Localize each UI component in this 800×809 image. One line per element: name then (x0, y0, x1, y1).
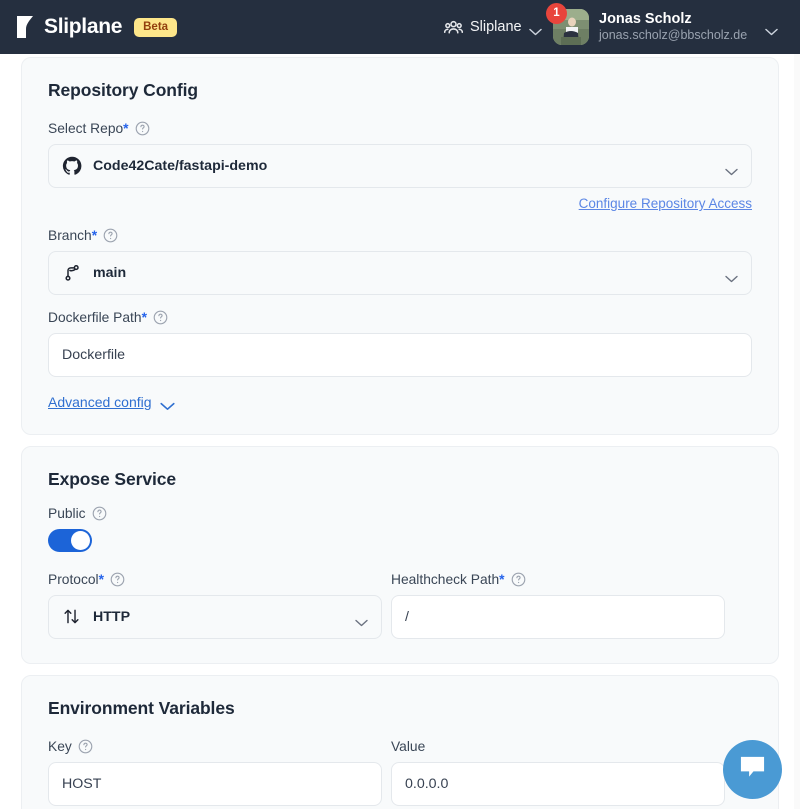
protocol-value: HTTP (93, 609, 130, 625)
select-repo-field: Select Repo* Code42Cate/fastapi-demo (48, 121, 752, 213)
team-switcher[interactable]: Sliplane (443, 0, 542, 54)
user-email: jonas.scholz@bbscholz.de (599, 28, 747, 44)
healthcheck-label-row: Healthcheck Path* (391, 572, 725, 587)
select-repo-value: Code42Cate/fastapi-demo (93, 158, 267, 174)
user-menu[interactable]: 1 Jonas Scholz jonas.scholz@bbscholz.de (553, 0, 747, 54)
public-label: Public (48, 506, 86, 521)
advanced-config-toggle[interactable]: Advanced config (48, 394, 752, 410)
app-header: Sliplane Beta Sliplane (0, 0, 800, 54)
question-circle-icon[interactable] (103, 228, 118, 243)
chevron-down-icon (725, 270, 738, 278)
protocol-healthcheck-row: Protocol* (48, 572, 752, 639)
public-toggle-switch[interactable] (48, 529, 92, 552)
dockerfile-path-input[interactable]: Dockerfile (48, 333, 752, 377)
page-scrollbar[interactable] (794, 54, 800, 809)
select-repo-label: Select Repo* (48, 121, 129, 136)
brand-logo-group[interactable]: Sliplane Beta (16, 15, 177, 39)
protocol-field: Protocol* (48, 572, 382, 639)
branch-dropdown[interactable]: main (48, 251, 752, 295)
question-circle-icon[interactable] (153, 310, 168, 325)
chat-bubble-icon (738, 754, 767, 786)
environment-variables-card: Environment Variables Key HOST (21, 675, 779, 809)
dockerfile-path-label: Dockerfile Path* (48, 310, 147, 325)
branch-value: main (93, 265, 126, 281)
healthcheck-path-input[interactable]: / (391, 595, 725, 639)
repository-config-card: Repository Config Select Repo* (21, 57, 779, 435)
configure-repository-access-link[interactable]: Configure Repository Access (579, 196, 752, 211)
healthcheck-path-field: Healthcheck Path* / (391, 572, 725, 639)
toggle-knob (71, 531, 90, 550)
git-branch-icon (62, 263, 82, 283)
branch-field: Branch* (48, 228, 752, 295)
chevron-down-icon[interactable] (765, 23, 778, 31)
env-value-label: Value (391, 739, 425, 754)
env-value-field: Value 0.0.0.0 (391, 739, 725, 806)
protocol-dropdown[interactable]: HTTP (48, 595, 382, 639)
protocol-label-row: Protocol* (48, 572, 382, 587)
env-value-label-row: Value (391, 739, 725, 754)
select-repo-dropdown[interactable]: Code42Cate/fastapi-demo (48, 144, 752, 188)
public-label-row: Public (48, 506, 752, 521)
team-name: Sliplane (470, 19, 522, 35)
env-value-value: 0.0.0.0 (405, 776, 448, 792)
env-key-label-row: Key (48, 739, 382, 754)
environment-variable-row: Key HOST Value (48, 739, 752, 806)
repository-config-title: Repository Config (48, 80, 752, 101)
chat-launcher-button[interactable] (723, 740, 782, 799)
chevron-down-icon (160, 398, 173, 406)
healthcheck-path-label: Healthcheck Path* (391, 572, 505, 587)
healthcheck-path-value: / (405, 609, 409, 625)
arrows-up-down-icon (62, 607, 82, 627)
question-circle-icon[interactable] (511, 572, 526, 587)
brand-name: Sliplane (44, 15, 122, 39)
advanced-config-label: Advanced config (48, 394, 152, 410)
users-group-icon (443, 17, 463, 37)
page-content: Repository Config Select Repo* (0, 57, 800, 809)
env-key-label: Key (48, 739, 72, 754)
avatar-wrapper: 1 (553, 9, 589, 45)
question-circle-icon[interactable] (110, 572, 125, 587)
question-circle-icon[interactable] (135, 121, 150, 136)
dockerfile-path-value: Dockerfile (62, 347, 125, 363)
user-identity: Jonas Scholz jonas.scholz@bbscholz.de (599, 10, 747, 44)
configure-access-row: Configure Repository Access (48, 195, 752, 213)
branch-label-row: Branch* (48, 228, 752, 243)
public-toggle-field: Public (48, 506, 752, 552)
dockerfile-path-label-row: Dockerfile Path* (48, 310, 752, 325)
notification-badge[interactable]: 1 (546, 3, 567, 24)
env-value-input[interactable]: 0.0.0.0 (391, 762, 725, 806)
environment-variables-title: Environment Variables (48, 698, 752, 719)
expose-service-title: Expose Service (48, 469, 752, 490)
chevron-down-icon (355, 614, 368, 622)
beta-badge: Beta (134, 18, 177, 37)
env-key-value: HOST (62, 776, 101, 792)
expose-service-card: Expose Service Public Protocol* (21, 446, 779, 664)
branch-label: Branch* (48, 228, 97, 243)
chevron-down-icon (725, 163, 738, 171)
dockerfile-path-field: Dockerfile Path* Dockerfile (48, 310, 752, 377)
github-icon (62, 156, 82, 176)
select-repo-label-row: Select Repo* (48, 121, 752, 136)
user-name: Jonas Scholz (599, 10, 747, 28)
question-circle-icon[interactable] (92, 506, 107, 521)
sliplane-sail-logo-icon (16, 15, 35, 39)
env-key-field: Key HOST (48, 739, 382, 806)
question-circle-icon[interactable] (78, 739, 93, 754)
chevron-down-icon (529, 23, 542, 31)
env-key-input[interactable]: HOST (48, 762, 382, 806)
protocol-label: Protocol* (48, 572, 104, 587)
